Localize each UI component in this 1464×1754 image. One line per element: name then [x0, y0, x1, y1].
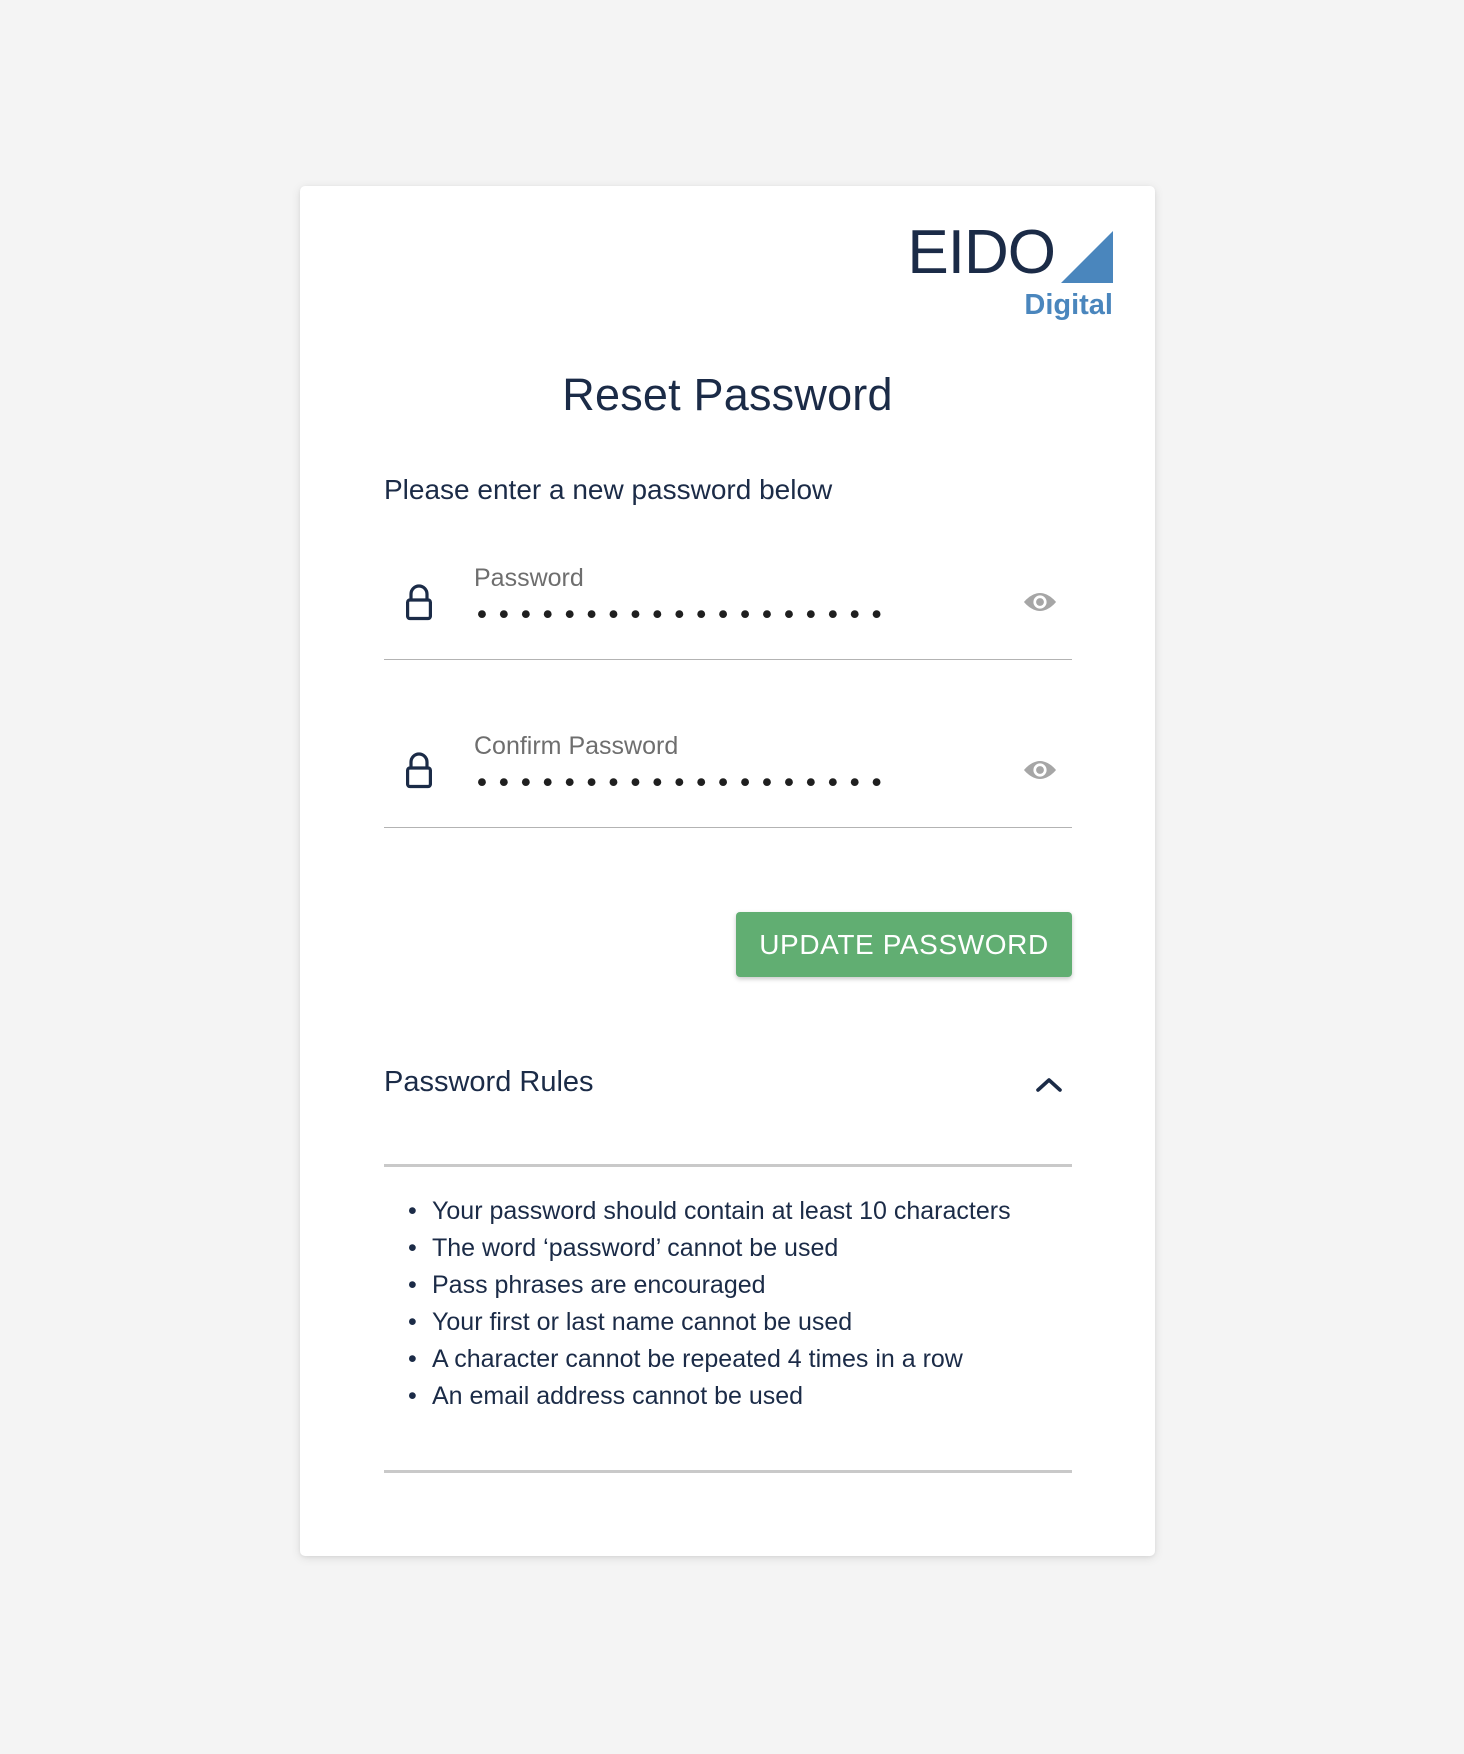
password-underline — [384, 659, 1072, 660]
list-item: The word ‘password’ cannot be used — [408, 1231, 1092, 1266]
list-item: Your password should contain at least 10… — [408, 1194, 1092, 1229]
chevron-up-icon[interactable] — [1032, 1069, 1066, 1103]
confirm-password-input[interactable]: ••••••••••••••••••• — [474, 768, 891, 800]
password-input[interactable]: ••••••••••••••••••• — [474, 600, 891, 632]
logo-wordmark: EIDO — [907, 218, 1056, 287]
page-subtitle: Please enter a new password below — [384, 474, 833, 505]
eye-icon[interactable] — [1020, 750, 1060, 790]
list-item: An email address cannot be used — [408, 1379, 1092, 1414]
update-password-button[interactable]: UPDATE PASSWORD — [736, 912, 1072, 977]
password-rules-toggle[interactable]: Password Rules — [384, 1066, 1072, 1124]
confirm-password-label: Confirm Password — [474, 732, 679, 760]
password-rules-list: Your password should contain at least 10… — [396, 1194, 1092, 1416]
list-item: A character cannot be repeated 4 times i… — [408, 1342, 1092, 1377]
page-title: Reset Password — [562, 369, 893, 420]
rules-divider-bottom — [384, 1470, 1072, 1473]
page-root: EIDO Digital Reset Password Please enter… — [0, 0, 1464, 1754]
logo-wordmark-row: EIDO — [813, 220, 1113, 286]
list-item: Your first or last name cannot be used — [408, 1305, 1092, 1340]
rules-divider-top — [384, 1164, 1072, 1167]
list-item: Pass phrases are encouraged — [408, 1268, 1092, 1303]
eye-icon[interactable] — [1020, 582, 1060, 622]
password-label: Password — [474, 564, 584, 592]
triangle-icon — [1061, 231, 1113, 283]
logo-subtext: Digital — [1024, 289, 1113, 321]
password-field-group[interactable]: Password ••••••••••••••••••• — [384, 556, 1072, 660]
lock-icon — [402, 582, 436, 622]
confirm-password-field-group[interactable]: Confirm Password ••••••••••••••••••• — [384, 724, 1072, 828]
password-rules-title: Password Rules — [384, 1066, 594, 1098]
confirm-password-underline — [384, 827, 1072, 828]
eido-digital-logo: EIDO Digital — [813, 220, 1113, 340]
reset-password-card: EIDO Digital Reset Password Please enter… — [300, 186, 1155, 1556]
lock-icon — [402, 750, 436, 790]
